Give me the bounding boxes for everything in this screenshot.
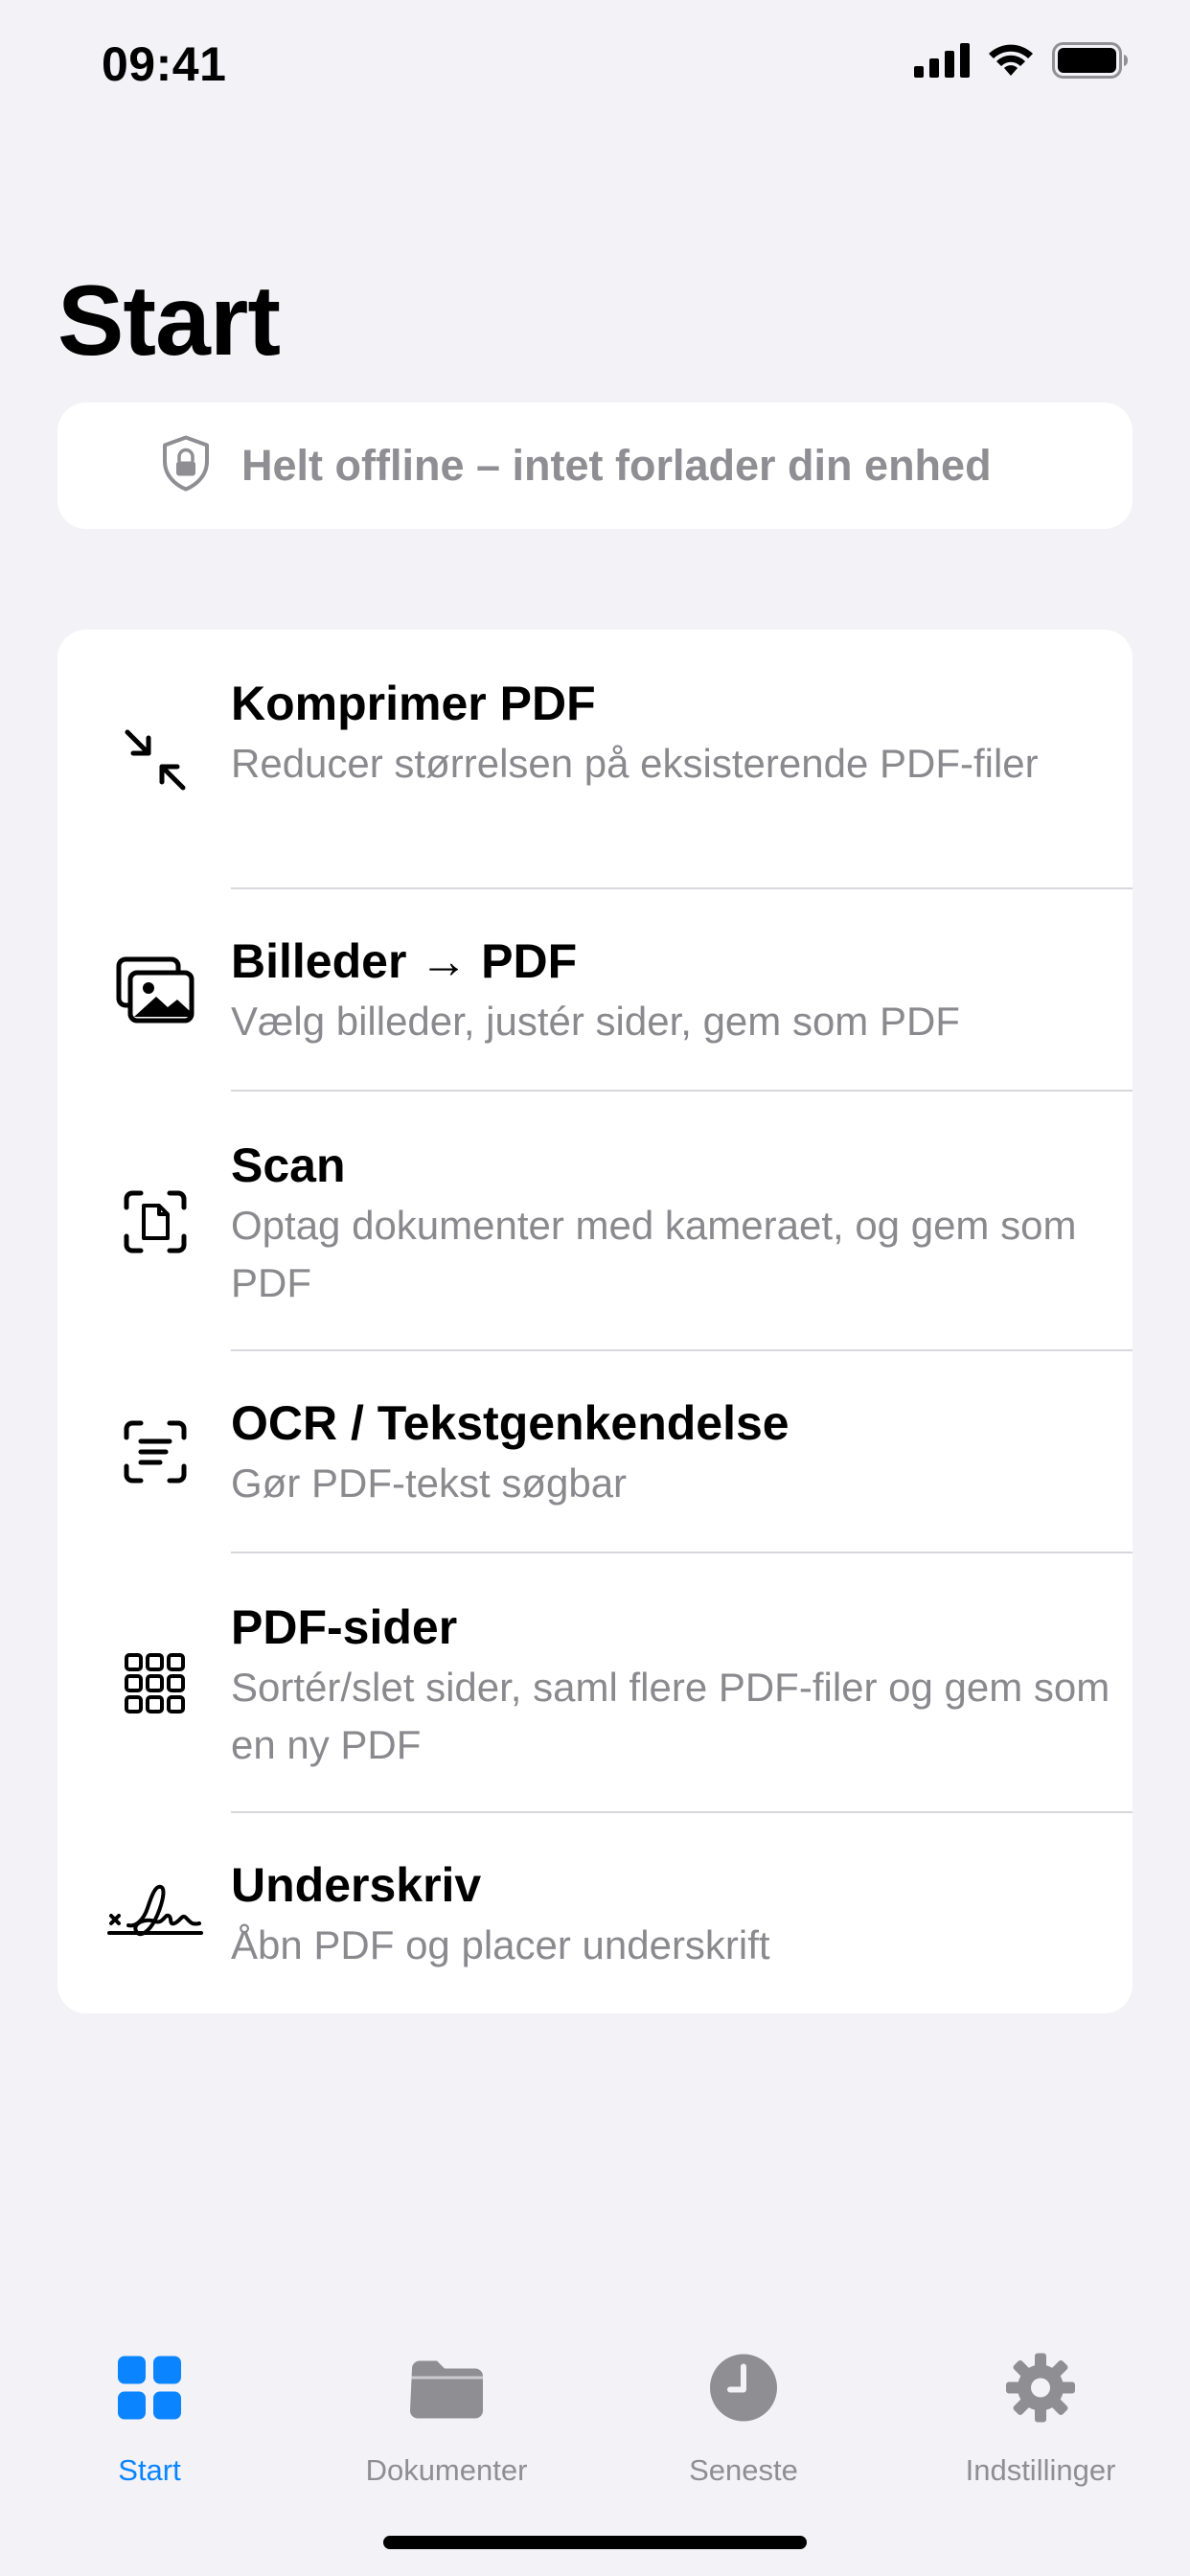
tool-title: PDF-sider (231, 1600, 458, 1654)
tool-subtitle: Gør PDF-tekst søgbar (231, 1460, 628, 1506)
status-time: 09:41 (102, 37, 227, 91)
tab-bar: Start Dokumenter Seneste Indstillinger (0, 2319, 1190, 2511)
offline-banner-text: Helt offline – intet forlader din enhed (241, 441, 992, 490)
offline-banner: Helt offline – intet forlader din enhed (57, 402, 1133, 529)
tool-title: Scan (231, 1138, 346, 1192)
page-title: Start (57, 265, 281, 377)
text-viewfinder-icon (124, 1420, 187, 1484)
wifi-icon (989, 44, 1033, 76)
screen: 09:41 Start Helt offline – intet forlade… (0, 0, 1190, 2576)
tools-list: Komprimer PDF Reducer størrelsen på eksi… (57, 630, 1133, 2013)
cellular-signal-icon (914, 43, 970, 78)
signature-icon (107, 1879, 203, 1946)
tool-row-images-to-pdf[interactable]: Billeder → PDF Vælg billeder, justér sid… (57, 889, 1133, 1092)
tool-row-ocr[interactable]: OCR / Tekstgenkendelse Gør PDF-tekst søg… (57, 1351, 1133, 1553)
tab-label: Indstillinger (965, 2453, 1116, 2487)
home-indicator[interactable] (383, 2536, 807, 2549)
tool-subtitle: Åbn PDF og placer underskrift (231, 1922, 770, 1967)
tool-title: Komprimer PDF (231, 677, 596, 730)
tool-subtitle: Reducer størrelsen på eksisterende PDF-f… (231, 741, 1039, 786)
tool-row-compress-pdf[interactable]: Komprimer PDF Reducer størrelsen på eksi… (57, 630, 1133, 889)
tool-title: Underskriv (231, 1858, 482, 1912)
grid-pages-icon (125, 1653, 186, 1714)
tool-title: OCR / Tekstgenkendelse (231, 1396, 790, 1450)
lock-shield-icon (161, 435, 211, 497)
tool-subtitle: Optag dokumenter med kameraet, og gem so… (231, 1203, 1077, 1305)
grid-icon (118, 2356, 181, 2425)
compress-arrows-icon (122, 726, 189, 794)
tab-dokumenter[interactable]: Dokumenter (298, 2319, 595, 2511)
document-scanner-icon (124, 1190, 187, 1254)
tab-indstillinger[interactable]: Indstillinger (892, 2319, 1189, 2511)
photos-icon (116, 956, 195, 1024)
tool-row-pdf-pages[interactable]: PDF-sider Sortér/slet sider, saml flere … (57, 1553, 1133, 1813)
tool-title: Billeder → PDF (231, 934, 578, 988)
clock-icon (709, 2354, 778, 2427)
tab-label: Start (118, 2453, 181, 2487)
tool-subtitle: Vælg billeder, justér sider, gem som PDF (231, 999, 960, 1044)
battery-icon (1052, 42, 1128, 79)
status-icons (914, 42, 1129, 79)
gear-icon (1006, 2353, 1075, 2427)
tab-label: Seneste (689, 2453, 798, 2487)
tool-row-scan[interactable]: Scan Optag dokumenter med kameraet, og g… (57, 1092, 1133, 1351)
tool-row-sign[interactable]: Underskriv Åbn PDF og placer underskrift (57, 1813, 1133, 2013)
tool-subtitle: Sortér/slet sider, saml flere PDF-filer … (231, 1665, 1110, 1767)
tab-label: Dokumenter (365, 2453, 528, 2487)
status-bar: 09:41 (0, 0, 1190, 126)
tab-seneste[interactable]: Seneste (595, 2319, 892, 2511)
folder-icon (408, 2358, 485, 2424)
tab-start[interactable]: Start (1, 2319, 298, 2511)
